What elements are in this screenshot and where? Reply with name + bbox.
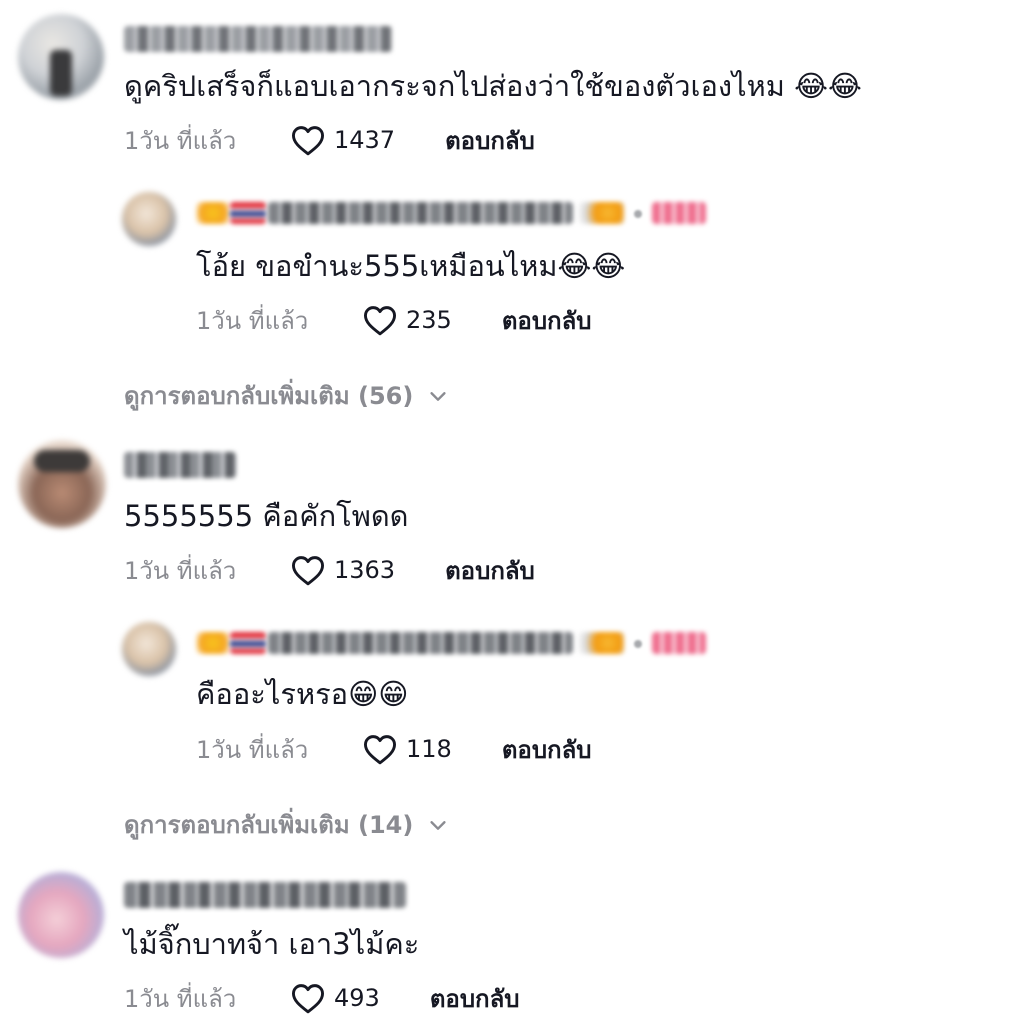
reply-time: 1วัน ที่แล้ว [196,735,309,764]
reply-button[interactable]: ตอบกลับ [445,121,535,160]
like-count: 493 [334,984,380,1012]
like-button[interactable]: 1437 [290,124,395,156]
comment-time: 1วัน ที่แล้ว [124,984,237,1013]
avatar[interactable] [122,622,176,676]
heart-outline-icon [292,556,324,586]
avatar[interactable] [18,440,106,528]
reply-text: คืออะไรหรอ😁😁 [196,677,409,711]
comment-text: ดูคริปเสร็จก็แอบเอากระจกไปส่องว่าใช้ของต… [124,69,862,103]
comment-time: 1วัน ที่แล้ว [124,126,237,155]
heart-outline-icon [364,735,396,765]
reply-username-blurred[interactable] [196,626,706,658]
reply-button[interactable]: ตอบกลับ [430,979,520,1018]
username-blurred[interactable] [124,26,392,52]
like-count: 1363 [334,556,396,584]
comment-meta: 1วัน ที่แล้ว 493 ตอบกลับ [124,978,520,1018]
comment-meta: 1วัน ที่แล้ว 1437 ตอบกลับ [124,120,535,160]
reply-button[interactable]: ตอบกลับ [502,730,592,769]
avatar[interactable] [122,192,176,246]
like-button[interactable]: 1363 [290,554,395,586]
chevron-down-icon [430,391,446,401]
reply-text: โอ้ย ขอขำนะ555เหมือนไหม😂😂 [196,249,626,283]
reply-button[interactable]: ตอบกลับ [502,301,592,340]
username-blurred[interactable] [124,882,406,908]
chevron-down-icon [430,820,446,830]
heart-outline-icon [292,126,324,156]
view-more-replies-label: ดูการตอบกลับเพิ่มเติม (14) [124,811,414,839]
username-blurred[interactable] [124,452,236,478]
comment-text: 5555555 คือคักโพดด [124,499,409,533]
view-more-replies[interactable]: ดูการตอบกลับเพิ่มเติม (56) [124,376,449,415]
like-count: 118 [406,735,452,763]
comment-text: ไม้จิ๊กบาทจ้า เอา3ไม้คะ [124,927,420,961]
view-more-replies-label: ดูการตอบกลับเพิ่มเติม (56) [124,382,414,410]
like-button[interactable]: 118 [362,733,452,765]
heart-outline-icon [292,984,324,1014]
avatar[interactable] [18,872,104,958]
like-count: 235 [406,306,452,334]
reply-button[interactable]: ตอบกลับ [445,551,535,590]
avatar[interactable] [18,14,104,100]
like-button[interactable]: 235 [362,304,452,336]
reply-time: 1วัน ที่แล้ว [196,306,309,335]
comment-meta: 1วัน ที่แล้ว 1363 ตอบกลับ [124,550,535,590]
reply-username-blurred[interactable] [196,196,706,228]
like-count: 1437 [334,126,396,154]
view-more-replies[interactable]: ดูการตอบกลับเพิ่มเติม (14) [124,805,449,844]
reply-meta: 1วัน ที่แล้ว 235 ตอบกลับ [196,300,592,340]
reply-meta: 1วัน ที่แล้ว 118 ตอบกลับ [196,729,592,769]
comment-time: 1วัน ที่แล้ว [124,556,237,585]
like-button[interactable]: 493 [290,982,380,1014]
heart-outline-icon [364,306,396,336]
